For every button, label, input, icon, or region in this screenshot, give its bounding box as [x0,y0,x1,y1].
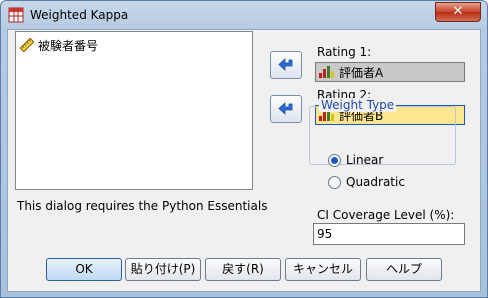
radio-circle[interactable] [328,153,341,167]
help-button[interactable]: ヘルプ [366,258,442,281]
title-bar[interactable]: Weighted Kappa ✕ [1,1,487,29]
app-table-icon [8,7,24,23]
weight-type-legend: Weight Type [319,98,397,112]
ok-button[interactable]: OK [46,258,122,281]
close-button[interactable]: ✕ [435,2,481,22]
nominal-bar-icon [319,66,334,78]
move-to-rating2-button[interactable] [270,95,302,123]
radio-circle[interactable] [328,175,341,189]
variables-listbox[interactable]: 被験者番号 [15,31,253,190]
cancel-button[interactable]: キャンセル [285,258,361,281]
list-item-label: 被験者番号 [38,38,99,53]
radio-linear[interactable]: Linear [328,153,383,167]
ruler-scale-icon [20,38,34,52]
ci-label: CI Coverage Level (%): [317,208,455,222]
rating1-target-field[interactable]: 評価者A [315,62,465,82]
ci-coverage-input[interactable]: 95 [313,223,465,245]
radio-selected-dot [331,156,338,164]
arrow-left-icon [278,102,293,115]
window-title: Weighted Kappa [30,8,129,22]
move-to-rating1-button[interactable] [270,51,302,79]
reset-button[interactable]: 戻す(R) [205,258,281,281]
radio-linear-label: Linear [346,153,384,167]
rating1-value: 評価者A [339,65,384,80]
python-essentials-note: This dialog requires the Python Essentia… [17,199,268,213]
radio-quadratic-label: Quadratic [346,175,405,189]
rating1-label: Rating 1: [317,45,372,59]
list-item[interactable]: 被験者番号 [20,37,98,53]
ci-value: 95 [317,227,333,241]
arrow-left-icon [278,58,293,71]
radio-quadratic[interactable]: Quadratic [328,175,405,189]
close-icon: ✕ [452,4,464,19]
paste-button[interactable]: 貼り付け(P) [125,258,201,281]
